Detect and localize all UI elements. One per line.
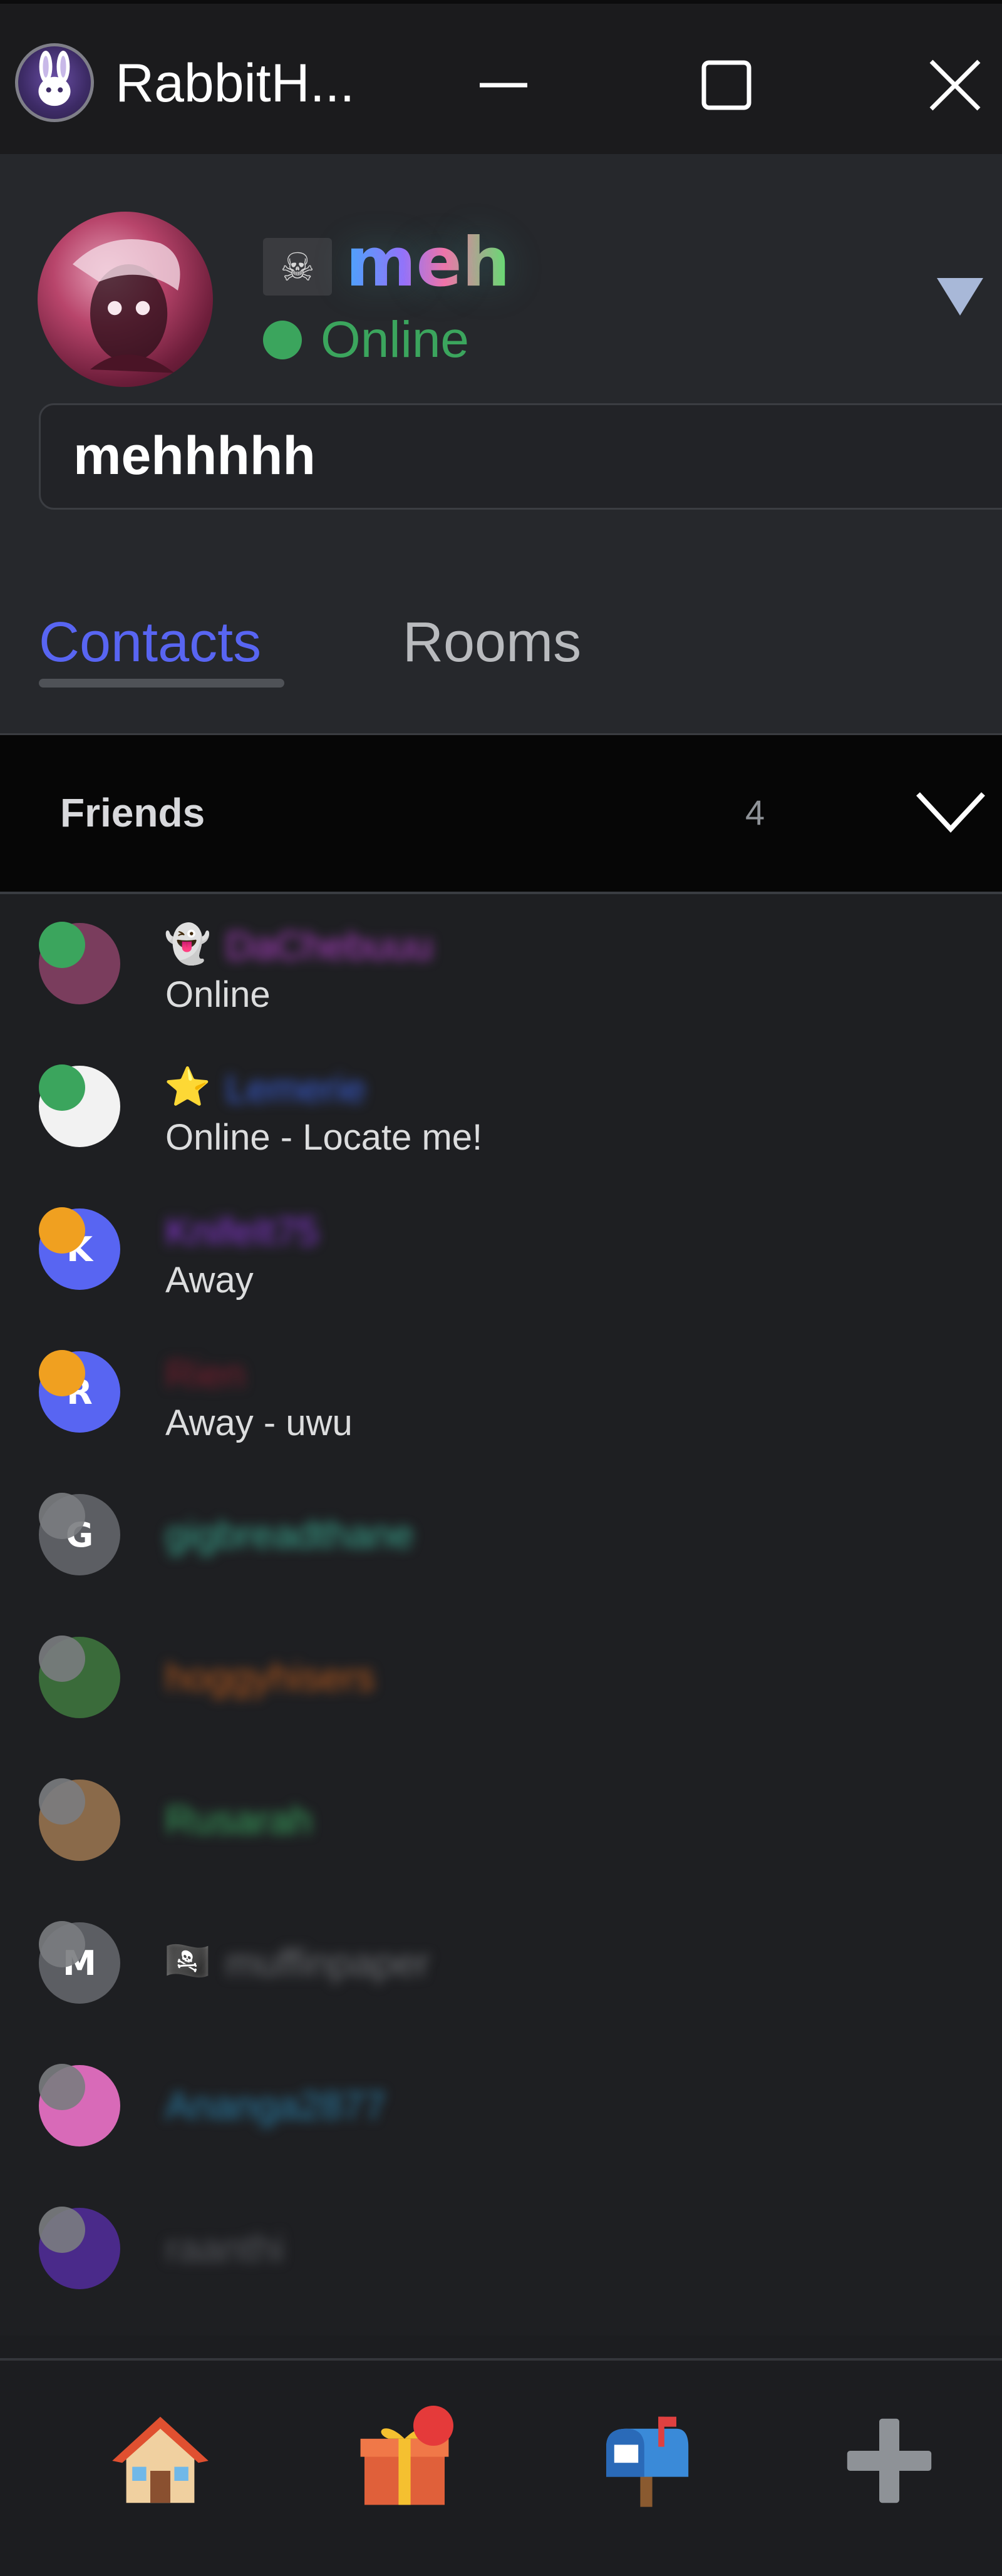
presence-indicator [39,2064,85,2110]
contact-row[interactable]: K KnifeIt75 Away [0,1180,1002,1322]
contact-row[interactable]: 👻 DaChebuuu Online [0,894,1002,1037]
contact-emoji-icon: 🏴‍☠️ [164,1939,211,1983]
presence-indicator [39,1350,85,1396]
username: meh [346,219,510,307]
presence-indicator [39,1636,85,1682]
custom-status-field[interactable]: mehhhhh [39,403,1002,510]
house-icon [112,2416,209,2503]
divider [0,2358,1002,2361]
app-title: RabbitH... [115,53,355,113]
presence-indicator [39,1778,85,1825]
contact-name: Rien [165,1353,245,1396]
contact-row[interactable]: Ggigbreadthane [0,1465,1002,1608]
contact-emoji-icon: 👻 [164,922,211,966]
pirate-flag-icon: ☠ [263,238,332,296]
contact-name: muffinpaper [225,1942,430,1985]
gifts-notification-badge [413,2406,453,2446]
contact-row[interactable]: M 🏴‍☠️ muffinpaper [0,1893,1002,2036]
contact-row[interactable]: Rusarah [0,1751,1002,1893]
close-icon [929,59,981,111]
contact-row[interactable]: Ananga2877 [0,2036,1002,2179]
contact-row[interactable]: raanthi [0,2179,1002,2322]
profile-menu-button[interactable] [932,270,988,321]
active-tab-indicator [39,679,284,688]
custom-status-text: mehhhhh [73,426,316,486]
contact-status: Away [165,1260,254,1301]
contact-name: raanthi [165,2227,284,2270]
contact-name: KnifeIt75 [165,1210,319,1254]
contact-row[interactable]: 🫧hornsk [0,2322,1002,2336]
contact-name: Ananga2877 [165,2084,386,2128]
mailbox-icon [606,2416,689,2507]
presence-indicator [39,1207,85,1254]
plus-icon [847,2418,932,2503]
friends-group-title: Friends [60,790,205,835]
tab-contacts[interactable]: Contacts [39,605,261,680]
triangle-down-icon [937,278,983,316]
contact-status: Online - Locate me! [165,1117,483,1158]
contact-row[interactable]: ⭐ Lemerie Online - Locate me! [0,1037,1002,1180]
presence-indicator [39,922,85,968]
contact-status: Away - uwu [165,1403,353,1443]
collapse-friends-button[interactable] [912,780,989,843]
contact-status: Online [165,974,271,1015]
contact-name: hoggyhisers [165,1656,375,1699]
online-status-dot [263,321,302,359]
presence-indicator [39,2207,85,2253]
close-button[interactable] [917,48,993,123]
chevron-down-icon [916,792,985,833]
mail-button[interactable] [596,2411,696,2511]
presence-indicator [39,1493,85,1539]
contact-name: gigbreadthane [165,1513,414,1557]
friends-online-count: 4 [745,793,765,832]
maximize-icon [701,60,752,110]
contact-row[interactable]: R Rien Away - uwu [0,1322,1002,1465]
user-status[interactable]: Online [321,306,469,374]
friends-group-header[interactable]: Friends 4 [0,735,1002,894]
home-button[interactable] [110,2411,210,2511]
contact-name: DaChebuuu [225,925,433,968]
user-avatar[interactable] [38,212,213,387]
bottom-navigation [0,2336,1002,2576]
contact-row[interactable]: hoggyhisers [0,1608,1002,1751]
contact-name: Rusarah [165,1799,312,1842]
contact-name: Lemerie [225,1068,366,1111]
rabbit-logo-icon [15,43,94,122]
contact-list[interactable]: 👻 DaChebuuu Online ⭐ Lemerie Online - Locate … [0,894,1002,2336]
maximize-button[interactable] [689,48,764,123]
minimize-button[interactable] [466,48,541,123]
presence-indicator [39,1921,85,1967]
add-button[interactable] [839,2411,939,2511]
presence-indicator [39,1064,85,1111]
profile-panel: ☠ meh Online mehhhhh Contacts Rooms [0,154,1002,735]
title-bar: RabbitH... [0,0,1002,154]
tab-rooms[interactable]: Rooms [403,605,581,680]
minimize-icon [480,83,527,88]
contact-emoji-icon: ⭐ [164,1065,211,1109]
